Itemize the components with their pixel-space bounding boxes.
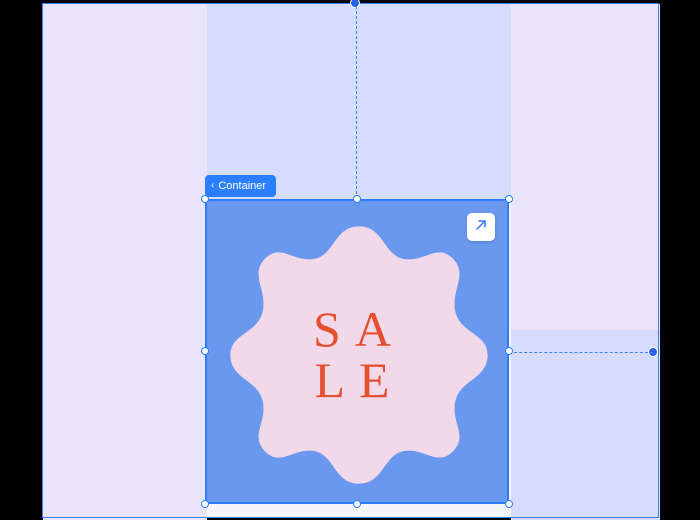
bg-tile <box>511 4 660 200</box>
resize-handle-nw[interactable] <box>201 195 209 203</box>
resize-handle-sw[interactable] <box>201 500 209 508</box>
resize-handle-se[interactable] <box>505 500 513 508</box>
breadcrumb-label: Container <box>218 175 266 197</box>
bg-tile <box>511 200 660 330</box>
resize-handle-s[interactable] <box>353 500 361 508</box>
editor-stage: ‹ Container SA LE <box>0 0 700 515</box>
bg-tile <box>207 4 511 200</box>
alignment-guide-horizontal <box>509 352 653 353</box>
parent-breadcrumb[interactable]: ‹ Container <box>205 175 276 197</box>
bg-tile <box>43 4 207 200</box>
chevron-left-icon: ‹ <box>211 181 214 191</box>
resize-handle-ne[interactable] <box>505 195 513 203</box>
resize-handle-n[interactable] <box>353 195 361 203</box>
selected-container[interactable]: SA LE <box>205 199 509 504</box>
bg-tile <box>43 200 207 520</box>
burst-graphic[interactable]: SA LE <box>225 219 493 491</box>
bg-tile <box>511 330 660 520</box>
resize-handle-w[interactable] <box>201 347 209 355</box>
resize-handle-e[interactable] <box>505 347 513 355</box>
alignment-guide-vertical <box>356 6 357 199</box>
sale-text[interactable]: SA LE <box>313 304 405 406</box>
